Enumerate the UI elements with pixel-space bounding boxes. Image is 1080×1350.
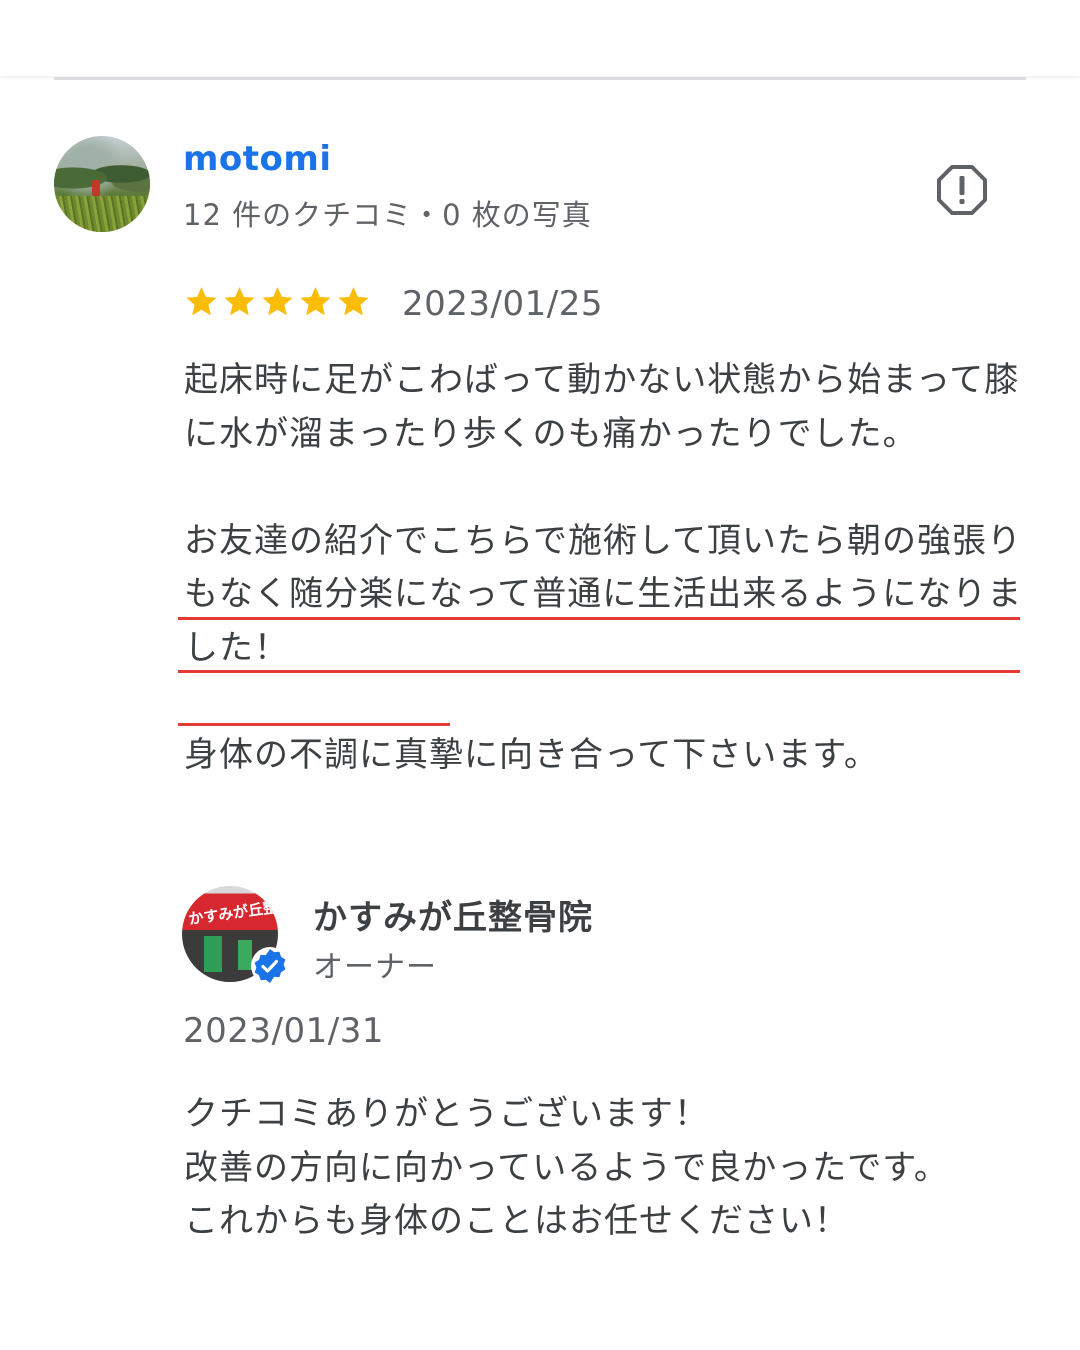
reviewer-avatar[interactable] [54,136,150,232]
star-icon [300,287,331,316]
star-rating [183,284,373,320]
reply-date: 2023/01/31 [183,1011,384,1051]
reply-line: これからも身体のことはお任せください！ [184,1201,849,1241]
top-bar [0,0,1080,76]
star-icon [262,287,293,316]
review-paragraph: 身体の不調に真摯に向き合って下さいます。 [184,734,879,775]
highlight-underline [178,670,1020,673]
owner-name[interactable]: かすみが丘整骨院 [313,890,593,939]
report-icon[interactable] [936,164,988,216]
review-paragraph-highlighted: お友達の紹介でこちらで施術して頂いたら朝の強張りもなく随分楽になって普通に生活出… [184,520,1023,668]
avatar-grass [54,196,150,232]
review-paragraph: 起床時に足がこわばって動かない状態から始まって膝に水が溜まったり歩くのも痛かった… [184,360,1020,454]
avatar-person [92,180,100,196]
divider [54,77,1026,80]
reply-line: クチコミありがとうございます！ [184,1094,709,1134]
reviewer-meta: 12 件のクチコミ・0 枚の写真 [183,198,592,232]
highlight-underline [178,617,1020,620]
owner-reply-text: クチコミありがとうございます！ 改善の方向に向かっているようで良かったです。 こ… [184,1088,1044,1249]
owner-avatar-sign: かすみが丘整骨院 [187,893,278,929]
owner-role: オーナー [313,950,437,985]
reply-line: 改善の方向に向かっているようで良かったです。 [184,1147,949,1188]
reviewer-name[interactable]: motomi [183,139,331,179]
highlight-underline [178,723,450,726]
owner-avatar-window [204,936,222,972]
avatar-trees [54,154,150,194]
review-date: 2023/01/25 [402,284,603,324]
review-text: 起床時に足がこわばって動かない状態から始まって膝に水が溜まったり歩くのも痛かった… [184,354,1034,782]
star-icon [224,287,255,316]
star-icon [186,287,217,316]
star-icon [338,287,369,316]
verified-badge-icon [251,947,289,985]
